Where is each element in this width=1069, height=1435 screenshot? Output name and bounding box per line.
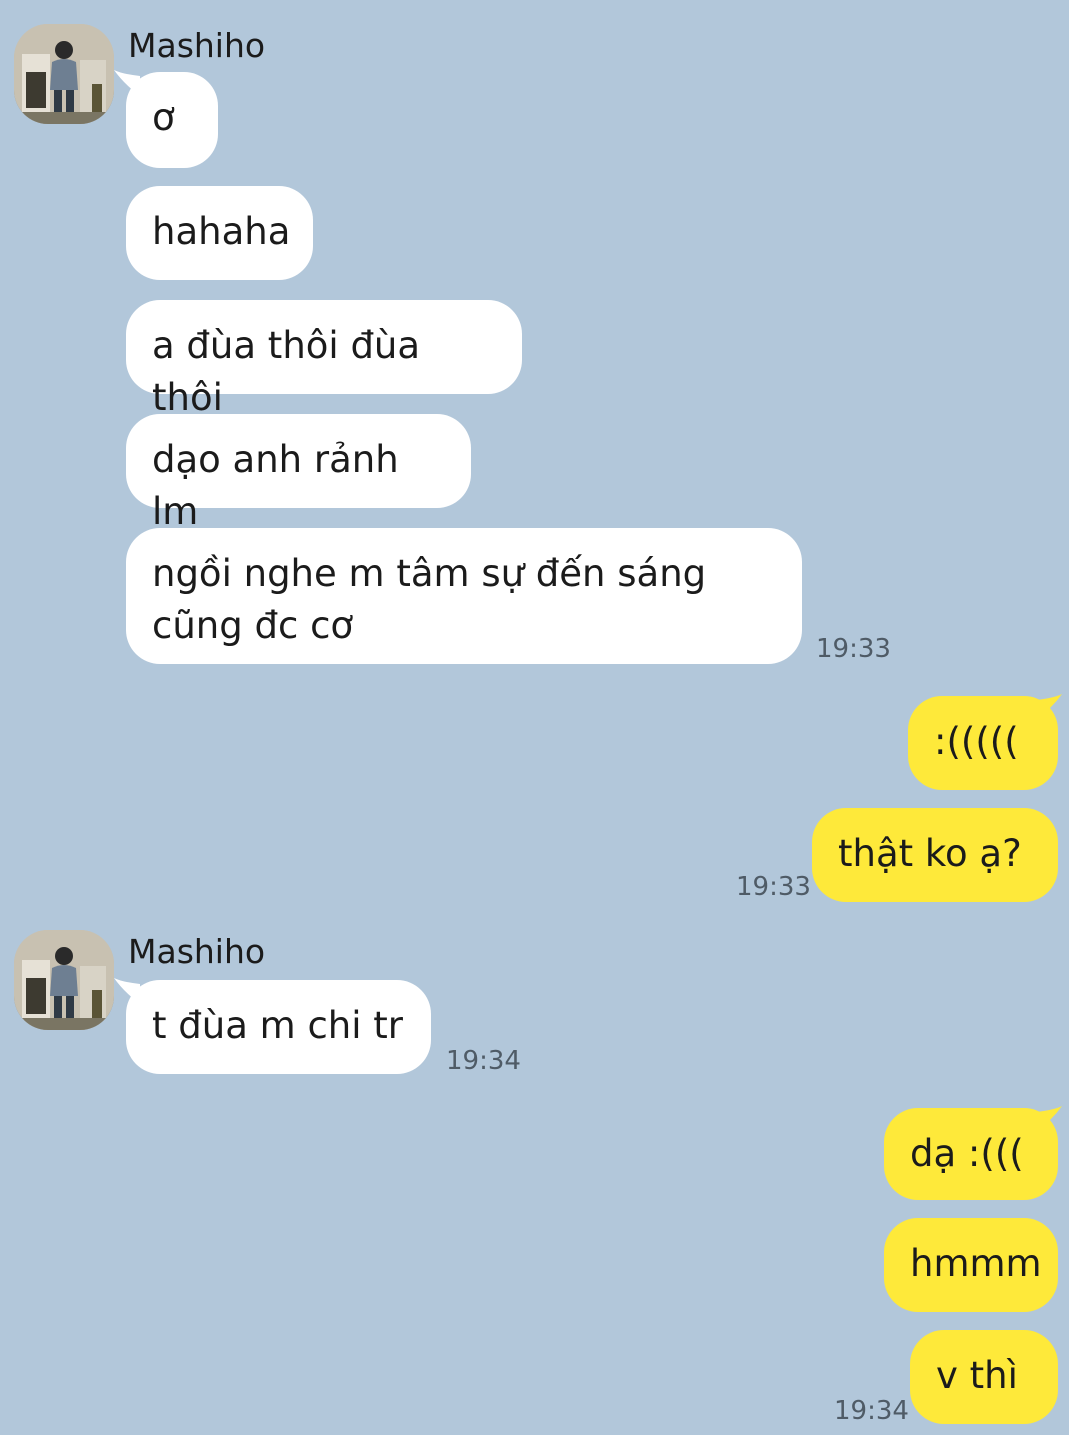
- message-timestamp: 19:33: [736, 872, 811, 902]
- message-timestamp: 19:34: [446, 1046, 521, 1076]
- contact-avatar[interactable]: [14, 930, 114, 1030]
- avatar-photo: [14, 930, 114, 1030]
- message-bubble-outgoing[interactable]: hmmm: [884, 1218, 1058, 1312]
- message-bubble-outgoing[interactable]: dạ :(((: [884, 1108, 1058, 1200]
- message-bubble-incoming[interactable]: hahaha: [126, 186, 313, 280]
- message-timestamp: 19:34: [834, 1396, 909, 1426]
- message-timestamp: 19:33: [816, 634, 891, 664]
- message-bubble-incoming[interactable]: dạo anh rảnh lm: [126, 414, 471, 533]
- message-bubble-outgoing[interactable]: :(((((: [908, 696, 1058, 790]
- sender-name: Mashiho: [128, 26, 266, 65]
- contact-avatar[interactable]: [14, 24, 114, 124]
- message-bubble-incoming[interactable]: t đùa m chi tr: [126, 980, 431, 1074]
- avatar-photo: [14, 24, 114, 124]
- message-bubble-incoming[interactable]: ơ: [126, 72, 218, 168]
- message-bubble-incoming[interactable]: ngồi nghe m tâm sự đến sáng cũng đc cơ: [126, 528, 802, 664]
- chat-window: Mashiho ơ hahaha a đùa thôi đùa thôi dạo…: [0, 0, 1069, 1435]
- sender-name: Mashiho: [128, 932, 266, 971]
- message-bubble-outgoing[interactable]: v thì: [910, 1330, 1058, 1424]
- message-bubble-outgoing[interactable]: thật ko ạ?: [812, 808, 1058, 902]
- message-bubble-incoming[interactable]: a đùa thôi đùa thôi: [126, 300, 522, 419]
